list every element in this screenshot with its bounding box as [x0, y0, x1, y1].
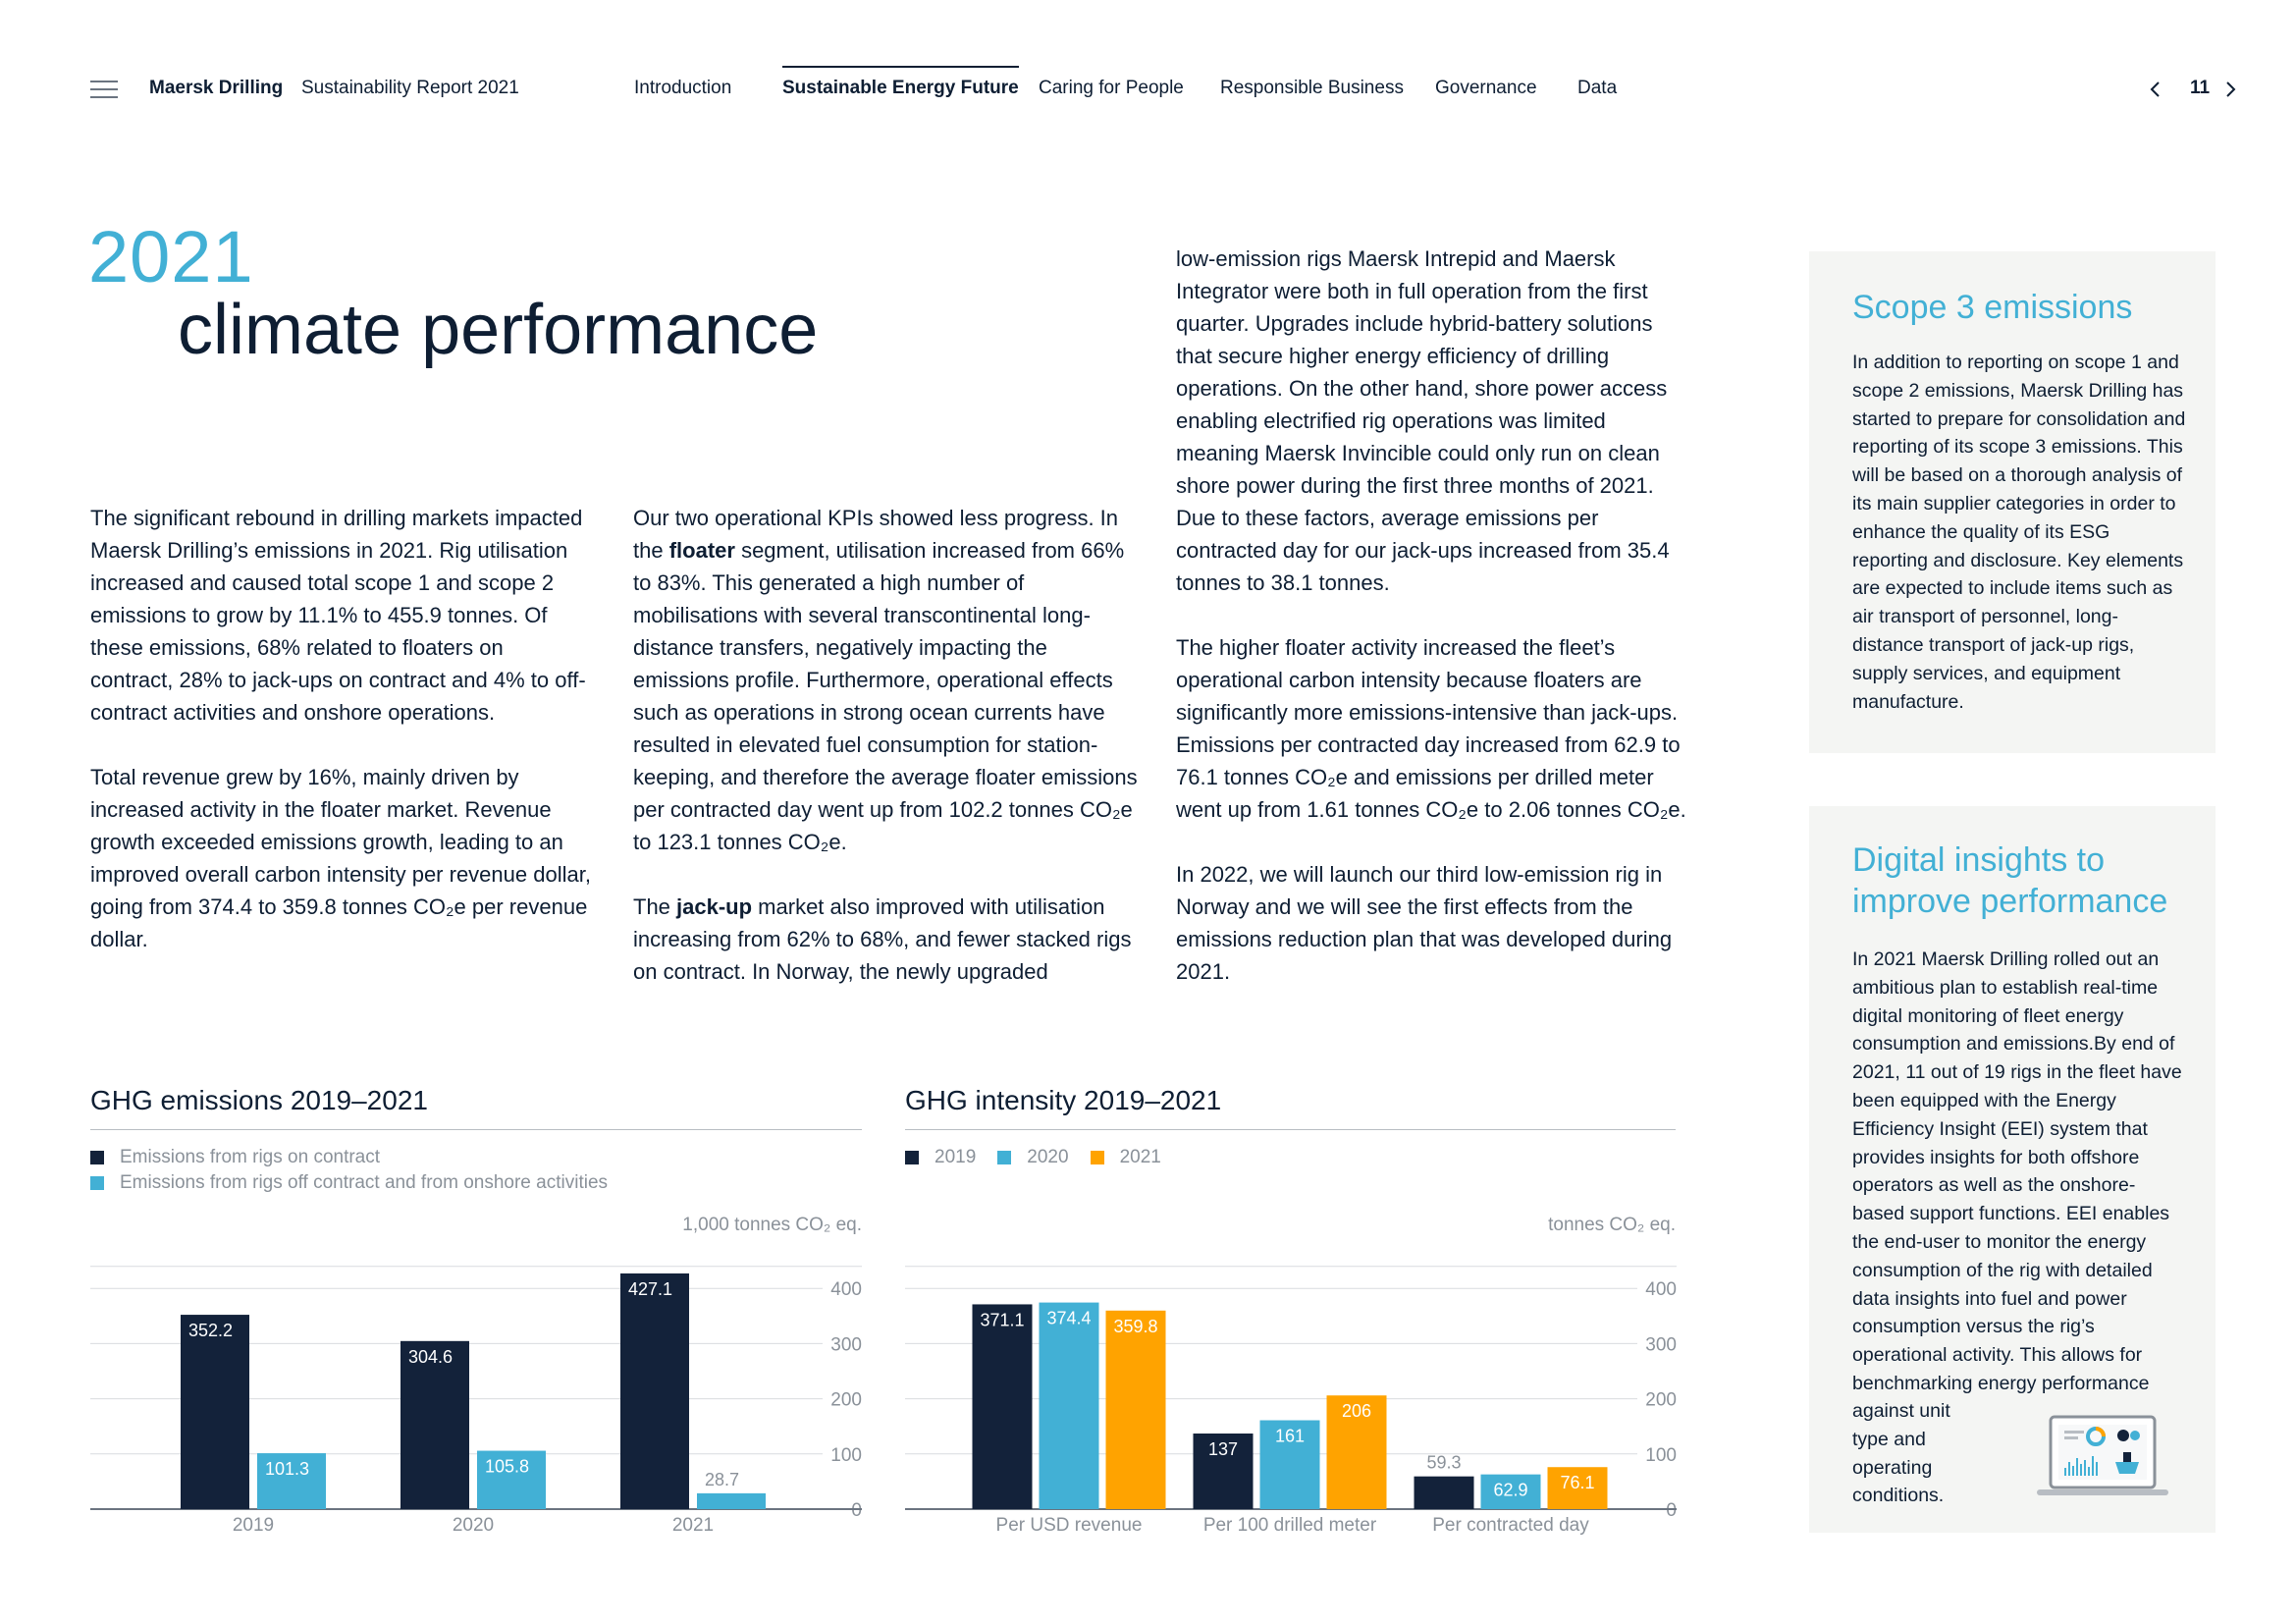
- paragraph: The higher floater activity increased th…: [1176, 635, 1686, 822]
- y-tick-label: 400: [830, 1279, 862, 1300]
- bar: [620, 1272, 689, 1509]
- chart1-legend-item: Emissions from rigs on contract: [90, 1147, 380, 1168]
- data-label: 359.8: [1113, 1317, 1157, 1336]
- data-label: 101.3: [265, 1459, 309, 1479]
- x-category-label: 2021: [672, 1515, 714, 1536]
- y-tick-label: 300: [830, 1334, 862, 1355]
- y-tick-label: 400: [1645, 1279, 1677, 1300]
- y-tick-label: 300: [1645, 1334, 1677, 1355]
- top-navigation: Maersk Drilling Sustainability Report 20…: [0, 0, 2296, 128]
- legend-label: Emissions from rigs off contract and fro…: [120, 1172, 609, 1193]
- legend-swatch: [997, 1151, 1012, 1164]
- page-number: 11: [2190, 78, 2211, 98]
- legend-label: 2020: [1027, 1147, 1069, 1167]
- data-label: 371.1: [980, 1310, 1024, 1329]
- nav-caring-for-people[interactable]: Caring for People: [1039, 78, 1184, 99]
- data-label: 161: [1275, 1427, 1305, 1446]
- bar: [972, 1304, 1033, 1509]
- text-run: segment, utilisation increased from 66% …: [633, 538, 1138, 854]
- headline-title: climate performance: [178, 291, 819, 369]
- scope3-title: Scope 3 emissions: [1852, 289, 2133, 326]
- data-label: 427.1: [628, 1279, 672, 1299]
- data-label: 206: [1342, 1401, 1371, 1421]
- data-label: 59.3: [1426, 1453, 1461, 1473]
- ghg-emissions-chart: 0 100 200 300 400 352.2 101.3 2019 304.6 105.8 202…: [90, 1266, 862, 1536]
- bold-text: jack-up: [676, 894, 753, 919]
- data-label: 304.6: [408, 1347, 453, 1367]
- nav-governance[interactable]: Governance: [1435, 78, 1537, 99]
- nav-responsible-business[interactable]: Responsible Business: [1220, 78, 1404, 99]
- data-label: 374.4: [1046, 1309, 1091, 1328]
- data-label: 76.1: [1560, 1473, 1594, 1492]
- bar: [697, 1492, 766, 1509]
- text-column-2: Our two operational KPIs showed less pro…: [633, 502, 1144, 988]
- data-label: 105.8: [485, 1457, 529, 1477]
- laptop-dashboard-icon: [2037, 1415, 2168, 1495]
- nav-introduction[interactable]: Introduction: [634, 78, 731, 99]
- chart1-title: GHG emissions 2019–2021: [90, 1085, 428, 1115]
- legend-swatch: [90, 1176, 104, 1190]
- x-category-label: 2019: [233, 1515, 274, 1536]
- ghg-intensity-chart: 0 100 200 300 400 371.1 374.4 359.8 Per USD reve…: [905, 1266, 1677, 1536]
- y-tick-label: 0: [851, 1500, 862, 1521]
- scope3-text: In addition to reporting on scope 1 and …: [1852, 352, 2186, 713]
- bar: [181, 1315, 249, 1509]
- data-label: 352.2: [188, 1321, 233, 1340]
- data-label: 137: [1208, 1439, 1238, 1459]
- bold-text: floater: [668, 538, 735, 563]
- x-category-label: Per contracted day: [1432, 1515, 1589, 1536]
- text-column-3: low-emission rigs Maersk Intrepid and Ma…: [1176, 243, 1691, 988]
- nav-data[interactable]: Data: [1577, 78, 1617, 99]
- chart1-title-rule: [90, 1129, 862, 1130]
- paragraph: Total revenue grew by 16%, mainly driven…: [90, 765, 591, 951]
- y-tick-label: 0: [1666, 1500, 1677, 1521]
- chart2-title: GHG intensity 2019–2021: [905, 1085, 1222, 1115]
- paragraph: In 2022, we will launch our third low-em…: [1176, 862, 1673, 984]
- digital-insights-box: Digital insights to improve performance …: [1809, 806, 2216, 1533]
- headline-year: 2021: [88, 216, 254, 298]
- y-tick-label: 100: [1645, 1445, 1677, 1466]
- digital-insights-text: In 2021 Maersk Drilling rolled out an am…: [1852, 948, 2182, 1394]
- bar: [1105, 1310, 1166, 1509]
- chart1-legend-item: Emissions from rigs off contract and fro…: [90, 1172, 608, 1194]
- brand-name[interactable]: Maersk Drilling: [149, 78, 283, 99]
- y-tick-label: 200: [1645, 1390, 1677, 1411]
- chart2-legend: 2019 2020 2021: [905, 1147, 1161, 1168]
- scope3-box: Scope 3 emissions In addition to reporti…: [1809, 251, 2216, 753]
- data-label: 28.7: [705, 1470, 739, 1489]
- digital-insights-text-tail: against unit type and operating conditio…: [1852, 1400, 1950, 1507]
- legend-label: 2019: [934, 1147, 977, 1167]
- data-label: 62.9: [1493, 1481, 1527, 1500]
- x-category-label: Per USD revenue: [996, 1515, 1143, 1536]
- text-column-1: The significant rebound in drilling mark…: [90, 502, 591, 955]
- chevron-right-icon[interactable]: [2220, 75, 2240, 104]
- paragraph: Our two operational KPIs showed less pro…: [633, 502, 1144, 858]
- chevron-left-icon[interactable]: [2146, 75, 2165, 104]
- paragraph: low-emission rigs Maersk Intrepid and Ma…: [1176, 246, 1670, 595]
- nav-sustainable-energy-future[interactable]: Sustainable Energy Future: [782, 66, 1019, 99]
- paragraph: The significant rebound in drilling mark…: [90, 506, 586, 725]
- legend-swatch: [905, 1151, 919, 1164]
- digital-insights-title: Digital insights to improve performance: [1852, 841, 2168, 920]
- y-tick-label: 100: [830, 1445, 862, 1466]
- legend-swatch: [90, 1151, 104, 1164]
- chart2-title-rule: [905, 1129, 1676, 1130]
- hamburger-menu-icon[interactable]: [90, 81, 118, 98]
- legend-label: Emissions from rigs on contract: [120, 1147, 381, 1167]
- bar: [1039, 1302, 1099, 1509]
- bar: [1414, 1476, 1474, 1509]
- x-category-label: 2020: [453, 1515, 494, 1536]
- y-tick-label: 200: [830, 1390, 862, 1411]
- paragraph: The jack-up market also improved with ut…: [633, 891, 1144, 988]
- text-run: The: [633, 894, 677, 919]
- legend-swatch: [1090, 1151, 1104, 1164]
- x-category-label: Per 100 drilled meter: [1203, 1515, 1377, 1536]
- legend-label: 2021: [1119, 1147, 1161, 1167]
- report-title[interactable]: Sustainability Report 2021: [301, 78, 519, 99]
